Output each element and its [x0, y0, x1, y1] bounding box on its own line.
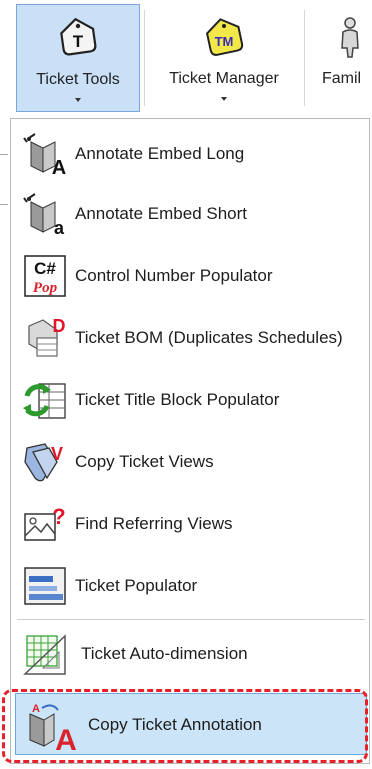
ribbon-divider — [304, 10, 305, 106]
family-button[interactable]: Famil — [308, 4, 372, 112]
menu-item-find-referring-views[interactable]: ? Find Referring Views — [15, 495, 367, 553]
menu-item-label: Annotate Embed Long — [75, 144, 245, 163]
menu-item-label: Copy Ticket Views — [75, 452, 214, 471]
ticket-populator-icon — [21, 564, 69, 608]
ribbon-divider — [144, 10, 145, 106]
svg-text:V: V — [51, 444, 63, 464]
ticket-t-icon: T — [58, 17, 98, 62]
menu-item-title-block-populator[interactable]: Ticket Title Block Populator — [15, 371, 367, 429]
menu-item-label: Ticket Populator — [75, 576, 198, 595]
highlight-annotation-box — [2, 689, 368, 763]
family-icon — [338, 16, 362, 63]
menu-item-ticket-bom[interactable]: D Ticket BOM (Duplicates Schedules) — [15, 309, 367, 367]
svg-text:a: a — [54, 218, 65, 236]
find-referring-views-icon: ? — [21, 502, 69, 546]
menu-item-label: Annotate Embed Short — [75, 204, 248, 223]
svg-text:A: A — [52, 157, 66, 176]
ticket-auto-dimension-icon — [21, 632, 69, 676]
svg-text:Pop: Pop — [33, 280, 58, 296]
dropdown-arrow-icon — [75, 98, 81, 102]
menu-item-label: Ticket BOM (Duplicates Schedules) — [75, 328, 343, 347]
ticket-tools-button[interactable]: T Ticket Tools — [16, 4, 140, 112]
svg-text:?: ? — [52, 504, 65, 529]
annotate-embed-short-icon: a — [21, 192, 69, 238]
divider — [0, 204, 8, 205]
ticket-tools-label: Ticket Tools — [36, 71, 120, 88]
svg-text:TM: TM — [215, 34, 234, 49]
copy-ticket-views-icon: V — [21, 440, 69, 484]
menu-item-label: Ticket Title Block Populator — [75, 390, 280, 409]
annotate-embed-long-icon: A — [21, 132, 69, 179]
menu-item-label: Control Number Populator — [75, 266, 273, 285]
title-block-populator-icon — [21, 378, 69, 422]
family-label: Famil — [322, 70, 362, 87]
menu-separator — [17, 619, 365, 620]
svg-text:C#: C# — [34, 259, 56, 278]
menu-item-annotate-embed-long[interactable]: A Annotate Embed Long — [15, 125, 367, 183]
background-panel — [0, 118, 10, 768]
ticket-bom-icon: D — [21, 316, 69, 360]
dropdown-arrow-icon — [221, 97, 227, 101]
svg-text:D: D — [53, 316, 66, 336]
svg-text:T: T — [73, 32, 84, 51]
ticket-tools-dropdown-menu: A Annotate Embed Long a Annotate Embed S… — [10, 118, 370, 764]
menu-item-ticket-populator[interactable]: Ticket Populator — [15, 557, 367, 615]
ribbon-panel: T Ticket Tools TM Ticket Manager Famil — [0, 0, 372, 118]
divider — [0, 154, 8, 155]
control-number-populator-icon: C# Pop — [21, 254, 69, 298]
menu-item-label: Ticket Auto-dimension — [81, 644, 248, 663]
ticket-manager-button[interactable]: TM Ticket Manager — [148, 4, 300, 112]
ticket-manager-label: Ticket Manager — [169, 70, 279, 87]
menu-item-ticket-auto-dimension[interactable]: Ticket Auto-dimension — [15, 625, 367, 683]
menu-item-control-number-populator[interactable]: C# Pop Control Number Populator — [15, 247, 367, 305]
menu-item-copy-ticket-views[interactable]: V Copy Ticket Views — [15, 433, 367, 491]
menu-item-annotate-embed-short[interactable]: a Annotate Embed Short — [15, 185, 367, 243]
menu-item-label: Find Referring Views — [75, 514, 233, 533]
ticket-tm-icon: TM — [203, 16, 245, 61]
